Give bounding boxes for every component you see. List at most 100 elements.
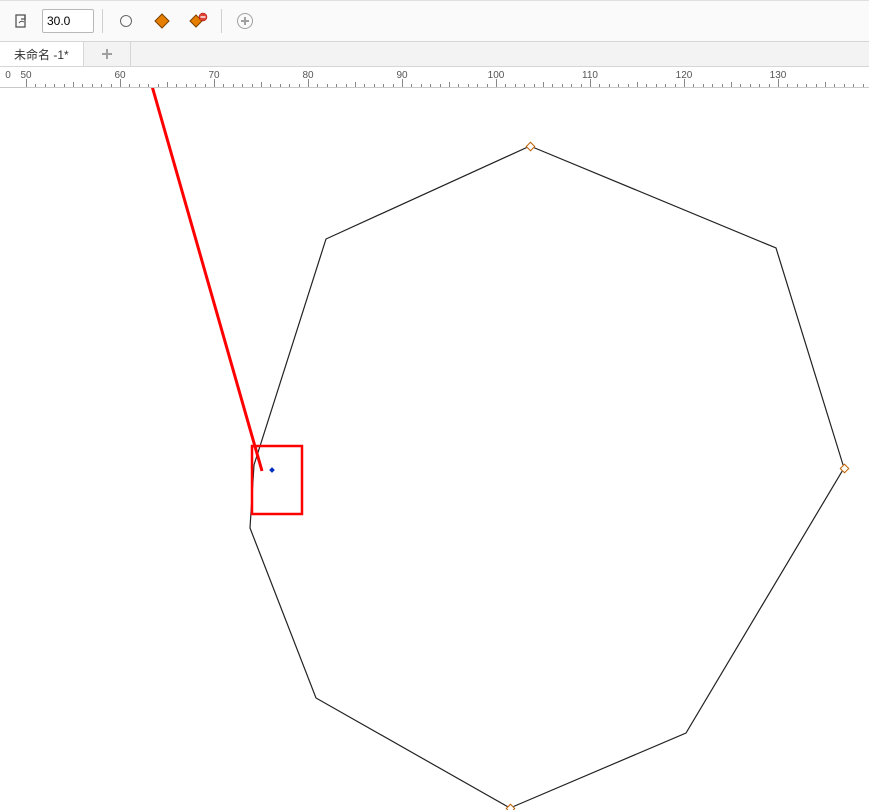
ruler-tick <box>35 84 36 87</box>
ruler-tick <box>599 84 600 87</box>
diamond-remove-icon <box>187 12 209 30</box>
ruler-tick <box>458 84 459 87</box>
ruler-tick <box>712 84 713 87</box>
ruler-tick <box>374 84 375 87</box>
ruler-tick <box>759 84 760 87</box>
ruler-tick <box>176 84 177 87</box>
ruler-tick <box>449 82 450 87</box>
tab-label: 未命名 -1* <box>14 46 69 63</box>
ruler-tick <box>440 84 441 87</box>
ruler-tick <box>205 84 206 87</box>
tab-add[interactable] <box>84 42 131 66</box>
ruler-tick <box>186 84 187 87</box>
remove-node-button[interactable] <box>183 6 213 36</box>
ruler-tick <box>534 84 535 87</box>
ruler-label: 130 <box>770 70 787 81</box>
ruler-tick <box>252 84 253 87</box>
ruler-label: 90 <box>396 70 407 81</box>
ruler-label: 100 <box>488 70 505 81</box>
ruler-tick <box>411 84 412 87</box>
ruler-tick <box>487 84 488 87</box>
ruler-tick <box>656 84 657 87</box>
ruler-tick <box>816 84 817 87</box>
ruler-tick <box>750 84 751 87</box>
ruler-tick <box>609 84 610 87</box>
ruler-tick <box>270 84 271 87</box>
ruler-tick <box>787 84 788 87</box>
ruler-tick <box>797 84 798 87</box>
ruler-tick <box>317 84 318 87</box>
ruler-label: 70 <box>208 70 219 81</box>
ruler-label: 60 <box>114 70 125 81</box>
ruler-tick <box>524 84 525 87</box>
ruler-tick <box>45 84 46 87</box>
ruler-tick <box>355 82 356 87</box>
tab-untitled[interactable]: 未命名 -1* <box>0 42 84 66</box>
rotation-input[interactable] <box>42 9 94 33</box>
ruler-tick <box>158 84 159 87</box>
ruler-tick <box>430 84 431 87</box>
ruler-tick <box>421 84 422 87</box>
ruler-tick <box>665 84 666 87</box>
plus-icon <box>102 49 112 59</box>
canvas-svg <box>0 88 869 810</box>
ruler-tick <box>73 82 74 87</box>
ruler-tick <box>289 84 290 87</box>
ruler-tick <box>477 84 478 87</box>
ruler-tick <box>383 84 384 87</box>
ruler-tick <box>637 82 638 87</box>
polygon-shape[interactable] <box>250 146 844 808</box>
document-tab-bar: 未命名 -1* <box>0 42 869 67</box>
ruler-tick <box>64 84 65 87</box>
ruler-label: 110 <box>582 70 598 81</box>
ruler-tick <box>543 82 544 87</box>
ruler-tick <box>552 84 553 87</box>
toolbar <box>0 0 869 42</box>
paper-rotate-button[interactable] <box>6 6 36 36</box>
ruler-tick <box>863 84 864 87</box>
ruler-tick <box>844 84 845 87</box>
ruler-tick <box>111 84 112 87</box>
ruler-tick <box>129 84 130 87</box>
ruler-label: 50 <box>20 70 31 81</box>
ruler-tick <box>280 84 281 87</box>
ruler-tick <box>853 84 854 87</box>
diamond-solid-icon <box>153 12 171 30</box>
ruler-tick <box>618 84 619 87</box>
ruler-tick <box>505 84 506 87</box>
drawing-canvas[interactable] <box>0 88 869 810</box>
horizontal-ruler[interactable]: 05060708090100110120130 <box>0 67 869 88</box>
ruler-tick <box>82 84 83 87</box>
ruler-tick <box>468 84 469 87</box>
ruler-tick <box>139 84 140 87</box>
toolbar-separator-2 <box>221 9 222 33</box>
ruler-tick <box>346 84 347 87</box>
paper-rotate-icon <box>13 13 29 29</box>
ruler-tick <box>223 84 224 87</box>
circle-outline-icon <box>120 15 132 27</box>
ruler-tick <box>148 84 149 87</box>
ruler-tick <box>740 84 741 87</box>
solid-node-button[interactable] <box>147 6 177 36</box>
ruler-tick <box>581 84 582 87</box>
ruler-tick <box>299 84 300 87</box>
ruler-tick <box>54 84 55 87</box>
outline-node-button[interactable] <box>111 6 141 36</box>
ruler-tick <box>364 84 365 87</box>
ruler-label: 80 <box>302 70 313 81</box>
ruler-tick <box>562 84 563 87</box>
toolbar-separator <box>102 9 103 33</box>
ruler-tick <box>101 84 102 87</box>
ruler-tick <box>336 84 337 87</box>
add-button[interactable] <box>230 6 260 36</box>
ruler-tick <box>769 84 770 87</box>
ruler-tick <box>628 84 629 87</box>
plus-circle-icon <box>237 13 253 29</box>
ruler-tick <box>393 84 394 87</box>
ruler-tick <box>571 84 572 87</box>
ruler-label: 120 <box>676 70 693 81</box>
ruler-tick <box>167 82 168 87</box>
ruler-tick <box>646 84 647 87</box>
ruler-tick <box>242 84 243 87</box>
ruler-tick <box>834 84 835 87</box>
